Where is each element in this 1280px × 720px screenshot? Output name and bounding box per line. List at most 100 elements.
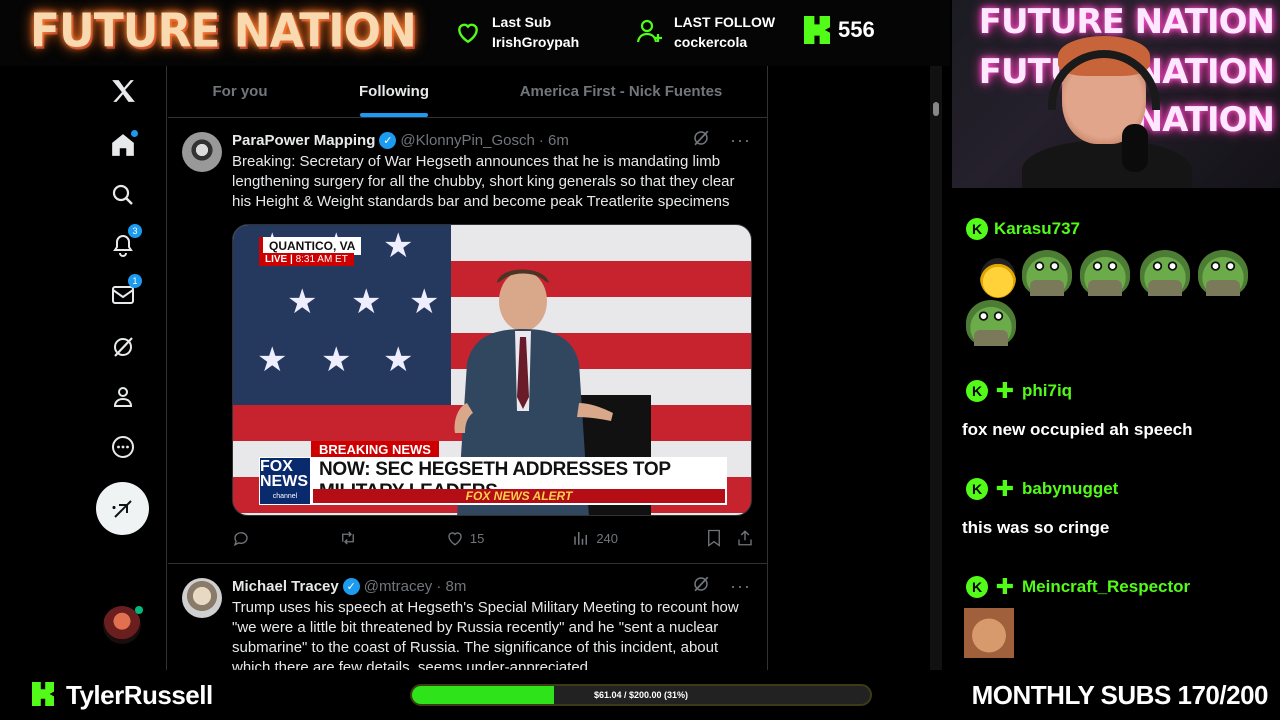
monthly-subs-counter: MONTHLY SUBS 170/200 — [971, 680, 1269, 710]
repost-icon — [342, 531, 354, 545]
chat-username[interactable]: Karasu737 — [994, 219, 1080, 239]
grok-icon[interactable] — [106, 330, 140, 364]
chat-username-row: K ✚ Meincraft_Respector — [966, 576, 1190, 598]
neon-sign: FUTURE NATION — [978, 2, 1275, 42]
tweet[interactable]: ParaPower Mapping ✓ @KlonnyPin_Gosch · 6… — [168, 118, 767, 564]
tweet[interactable]: Michael Tracey ✓ @mtracey · 8m ··· Trump… — [168, 564, 767, 670]
reply-icon — [233, 532, 248, 547]
like-count: 15 — [469, 530, 485, 546]
kick-badge-icon: K — [966, 576, 988, 598]
like-button[interactable]: 15 — [446, 529, 484, 547]
tweet-time[interactable]: · 8m — [436, 578, 466, 595]
share-icon[interactable] — [736, 529, 754, 547]
more-options-icon[interactable]: ··· — [730, 130, 751, 151]
pepe-soldier-emote — [1080, 250, 1130, 296]
timeline-tabs: For you Following America First - Nick F… — [168, 66, 767, 118]
verified-badge-icon: ✓ — [342, 577, 360, 595]
stream-overlay-topbar: FUTURE NATION Last Sub IrishGroypah LAST… — [0, 0, 950, 66]
x-logo-icon[interactable] — [106, 74, 140, 108]
tweet-top-actions: ··· — [692, 130, 767, 150]
viewer-count: 556 — [838, 17, 875, 42]
flag-star: ★ — [321, 341, 352, 379]
pepe-soldier-emote — [1198, 250, 1248, 296]
view-count: 240 — [596, 530, 619, 546]
verified-badge-icon: ✓ — [379, 131, 397, 149]
notifications-icon[interactable]: 3 — [106, 224, 142, 262]
flag-star: ★ — [383, 227, 414, 265]
account-avatar[interactable] — [103, 606, 143, 644]
stream-chat: K Karasu737 K ✚ phi7iq fox new occupied … — [952, 188, 1280, 670]
subscriber-badge-icon: ✚ — [995, 476, 1015, 501]
flag-star: ★ — [351, 283, 382, 321]
pepe-soldier-emote — [966, 300, 1016, 346]
last-follow-widget: LAST FOLLOW cockercola — [636, 12, 775, 52]
more-icon[interactable] — [106, 430, 140, 464]
stream-overlay-bottombar: TylerRussell $61.04 / $200.00 (31%) MONT… — [0, 670, 1280, 720]
chat-username-row: K ✚ phi7iq — [966, 380, 1072, 402]
views-button[interactable]: 240 — [572, 529, 618, 547]
tweet-time[interactable]: · 6m — [539, 132, 569, 149]
repost-button[interactable] — [338, 529, 358, 547]
views-chart-icon — [574, 532, 588, 545]
tab-america-first[interactable]: America First - Nick Fuentes — [476, 66, 766, 117]
pepe-soldier-emote — [1022, 250, 1072, 296]
grok-icon[interactable] — [692, 575, 710, 597]
tweet-author-name[interactable]: Michael Tracey — [232, 578, 339, 595]
tweet-author-name[interactable]: ParaPower Mapping — [232, 132, 375, 149]
streamer-name: TylerRussell — [66, 680, 213, 710]
tweet-avatar[interactable] — [182, 132, 222, 172]
chat-username-row: K Karasu737 — [966, 218, 1080, 240]
bookmark-icon[interactable] — [706, 529, 722, 547]
x-sidebar-nav: 3 1 — [0, 66, 167, 670]
viewer-count-widget: 556 — [804, 16, 875, 44]
scrollbar-thumb[interactable] — [933, 102, 939, 116]
chat-username[interactable]: babynugget — [1022, 479, 1118, 499]
kick-badge-icon: K — [966, 380, 988, 402]
pepe-soldier-emote — [1140, 250, 1190, 296]
add-user-icon — [636, 18, 664, 46]
tweet-text: Breaking: Secretary of War Hegseth annou… — [232, 153, 735, 210]
tweet-avatar[interactable] — [182, 578, 222, 618]
breaking-news-label: BREAKING NEWS — [311, 441, 439, 458]
microphone-icon — [1122, 124, 1148, 172]
last-follow-value: cockercola — [674, 34, 748, 50]
goal-progress-text: $61.04 / $200.00 (31%) — [593, 690, 689, 700]
home-unread-dot — [131, 130, 138, 137]
more-options-icon[interactable]: ··· — [730, 576, 751, 597]
online-indicator — [135, 606, 143, 614]
reply-button[interactable] — [232, 529, 250, 547]
kick-badge-icon: K — [966, 218, 988, 240]
flag-star: ★ — [257, 341, 288, 379]
subscriber-badge-icon: ✚ — [995, 574, 1015, 599]
donation-goal-bar: $61.04 / $200.00 (31%) — [410, 684, 872, 706]
fox-logo-sub: channel — [272, 492, 298, 500]
timeline-scrollbar[interactable] — [930, 66, 942, 670]
search-icon[interactable] — [106, 178, 140, 212]
live-tag: LIVE | 8:31 AM ET — [259, 253, 354, 266]
chat-username[interactable]: Meincraft_Respector — [1022, 577, 1190, 597]
messages-icon[interactable]: 1 — [106, 274, 142, 312]
grok-icon[interactable] — [692, 129, 710, 151]
timeline: For you Following America First - Nick F… — [168, 66, 768, 670]
chat-username[interactable]: phi7iq — [1022, 381, 1072, 401]
subscriber-badge-icon: ✚ — [995, 378, 1015, 403]
news-alert-bar: FOX NEWS ALERT — [313, 489, 725, 503]
tweet-text: Trump uses his speech at Hegseth's Speci… — [232, 599, 739, 670]
laughing-face-emote — [964, 608, 1014, 658]
tweet-top-actions: ··· — [692, 576, 767, 596]
home-icon[interactable] — [106, 128, 140, 162]
compose-post-button[interactable] — [96, 482, 149, 535]
tweet-author-handle[interactable]: @mtracey — [364, 578, 433, 595]
profile-icon[interactable] — [106, 380, 140, 414]
messages-badge: 1 — [128, 274, 142, 288]
tweet-media-image[interactable]: ★ ★ ★ ★ ★ ★ ★ ★ ★ QUANTICO, VA LIVE | 8:… — [232, 224, 752, 516]
brand-logo: FUTURE NATION — [30, 4, 417, 59]
tab-for-you[interactable]: For you — [168, 66, 312, 117]
flag-star: ★ — [287, 283, 318, 321]
salute-emoji — [980, 258, 1016, 298]
tweet-author-handle[interactable]: @KlonnyPin_Gosch — [400, 132, 534, 149]
webcam-feed: FUTURE NATION FUTURE NATION NATION — [952, 0, 1280, 188]
tab-following[interactable]: Following — [312, 66, 476, 117]
tweet-actions: 15 240 — [232, 516, 754, 560]
fox-news-logo: FOX NEWS channel — [259, 457, 311, 505]
